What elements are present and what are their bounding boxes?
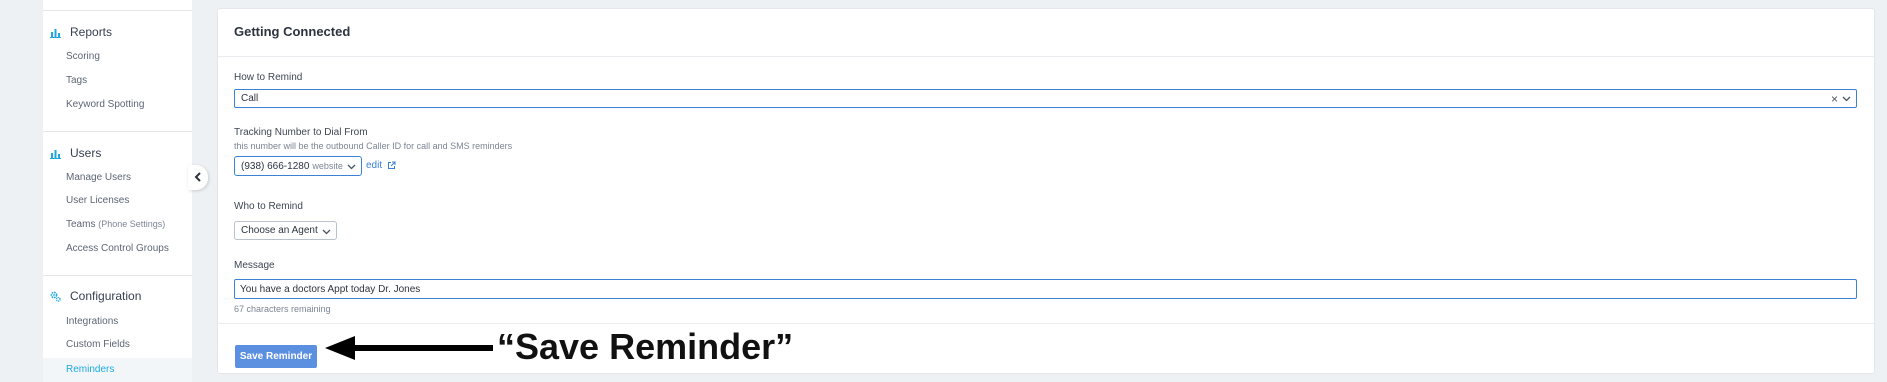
save-reminder-button[interactable]: Save Reminder — [235, 345, 317, 368]
divider — [43, 131, 192, 132]
page-title: Getting Connected — [234, 24, 351, 39]
chevron-down-icon — [322, 227, 331, 238]
chevron-left-icon — [194, 169, 202, 187]
chevron-down-icon — [347, 162, 356, 173]
annotation-arrow-icon — [325, 335, 495, 366]
sidebar-item-tags[interactable]: Tags — [66, 75, 87, 86]
divider — [43, 10, 192, 11]
edit-tracking-number-link[interactable]: edit — [366, 160, 396, 171]
sidebar-section-reports[interactable]: Reports — [50, 24, 112, 40]
tracking-number-help: this number will be the outbound Caller … — [234, 141, 513, 151]
section-title: Reports — [70, 25, 113, 39]
sidebar-item-reminders[interactable]: Reminders — [66, 364, 114, 375]
message-input[interactable] — [234, 279, 1857, 299]
gears-icon — [50, 291, 61, 302]
divider — [43, 275, 192, 276]
divider — [218, 56, 1874, 57]
tracking-number-select[interactable]: (938) 666-1280 website — [234, 156, 362, 176]
divider — [218, 323, 1874, 324]
sidebar-item-custom-fields[interactable]: Custom Fields — [66, 339, 130, 350]
tracking-number-value: (938) 666-1280 — [241, 160, 310, 172]
nav-label: Teams — [66, 219, 96, 230]
message-label: Message — [234, 260, 275, 271]
bar-chart-icon — [50, 148, 61, 159]
external-link-icon — [387, 161, 396, 170]
annotation-label: “Save Reminder” — [497, 326, 794, 367]
sidebar-item-access-control-groups[interactable]: Access Control Groups — [66, 243, 169, 254]
sidebar-section-configuration[interactable]: Configuration — [50, 288, 141, 304]
chevron-down-icon — [1842, 94, 1851, 105]
how-to-remind-label: How to Remind — [234, 72, 303, 83]
sidebar-item-user-licenses[interactable]: User Licenses — [66, 195, 129, 206]
sidebar-item-scoring[interactable]: Scoring — [66, 51, 100, 62]
section-title: Users — [70, 146, 102, 160]
who-to-remind-label: Who to Remind — [234, 201, 303, 212]
collapse-sidebar-button[interactable] — [188, 165, 208, 190]
sidebar-item-teams[interactable]: Teams (Phone Settings) — [66, 219, 165, 230]
sidebar: Reports Scoring Tags Keyword Spotting Us… — [43, 0, 192, 382]
who-to-remind-select[interactable]: Choose an Agent — [234, 221, 337, 240]
sidebar-item-keyword-spotting[interactable]: Keyword Spotting — [66, 99, 144, 110]
clear-icon[interactable]: × — [1831, 92, 1838, 106]
nav-sublabel: (Phone Settings) — [98, 219, 166, 229]
sidebar-section-users[interactable]: Users — [50, 145, 101, 161]
bar-chart-icon — [50, 27, 61, 38]
selected-value: Choose an Agent — [241, 225, 318, 236]
reminder-form-card: Getting Connected How to Remind Call × T… — [217, 8, 1875, 374]
characters-remaining: 67 characters remaining — [234, 304, 331, 314]
selected-value: Call — [241, 93, 259, 104]
tracking-number-tag: website — [312, 161, 343, 171]
edit-label: edit — [366, 160, 383, 171]
how-to-remind-select[interactable]: Call × — [234, 89, 1857, 108]
sidebar-item-integrations[interactable]: Integrations — [66, 316, 118, 327]
sidebar-item-manage-users[interactable]: Manage Users — [66, 172, 131, 183]
section-title: Configuration — [70, 289, 142, 303]
tracking-number-label: Tracking Number to Dial From — [234, 127, 368, 138]
